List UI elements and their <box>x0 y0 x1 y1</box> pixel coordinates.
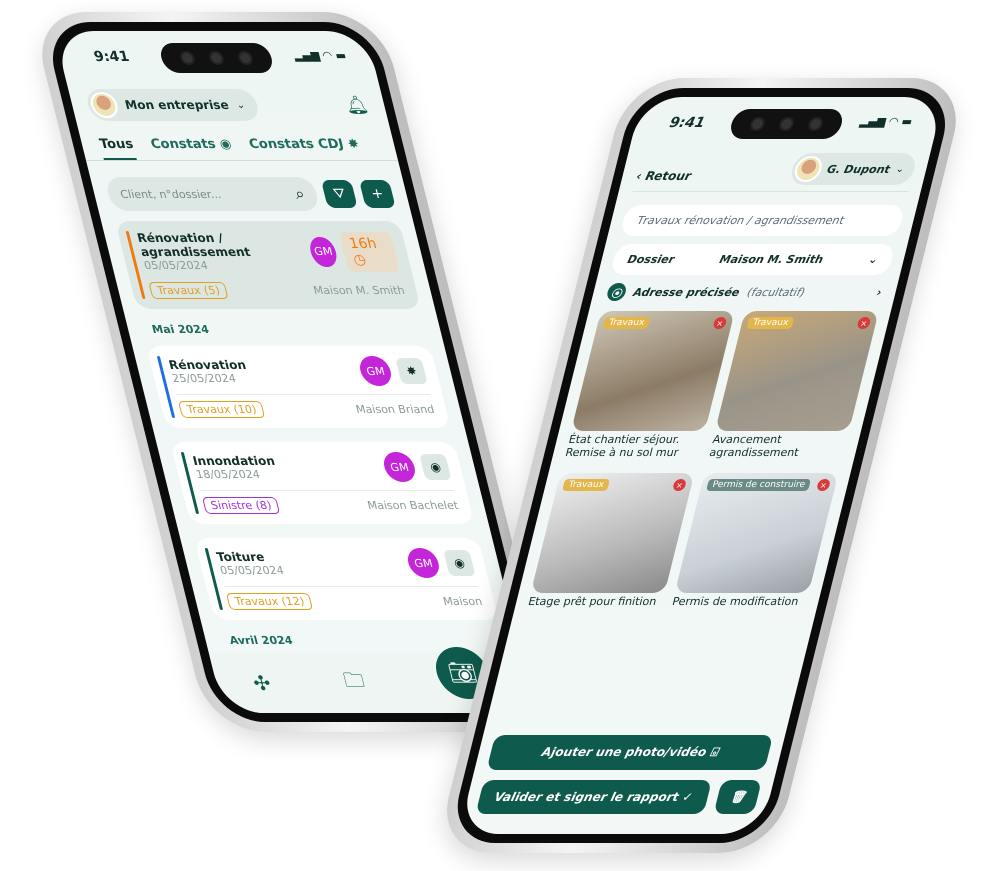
phone-left: 9:41 ▂▄▆ ◠ ▬ Mon entreprise ⌄ 🔔︎ Tous Con… <box>30 12 560 732</box>
location-pin-icon: ⦿ <box>605 283 628 301</box>
photo-thumbnail: Travaux × <box>530 473 695 594</box>
address-row[interactable]: ⦿ Adresse précisée (facultatif) › <box>605 283 883 301</box>
back-button[interactable]: ‹ Retour <box>635 169 693 183</box>
user-selector[interactable]: G. Dupont ⌄ <box>788 153 919 185</box>
chevron-down-icon: ⌄ <box>235 99 247 111</box>
title-input[interactable]: Travaux rénovation / agrandissement <box>619 205 906 236</box>
list-item[interactable]: Toiture 05/05/2024 GM ◉ Travaux (12) Maison <box>194 538 499 620</box>
filter-button[interactable]: ⛛ <box>320 180 358 208</box>
chevron-down-icon: ⌄ <box>894 163 906 175</box>
chevron-right-icon: › <box>875 285 884 299</box>
photo-thumbnail: Travaux × <box>570 311 735 431</box>
bell-icon[interactable]: 🔔︎ <box>343 95 371 116</box>
dossier-select[interactable]: Dossier Maison M. Smith ⌄ <box>609 244 896 275</box>
list-item[interactable]: Rénovation 25/05/2024 GM ✸ Travaux (10) Mai… <box>146 346 451 428</box>
badge-icon: ◉ <box>218 137 234 152</box>
chevron-down-icon: ⌄ <box>866 253 880 266</box>
search-icon: ⌕ <box>292 184 307 203</box>
validate-button[interactable]: Valider et signer le rapport ✓ <box>475 780 712 814</box>
remove-icon[interactable]: × <box>671 479 687 492</box>
avatar <box>87 92 121 118</box>
sun-icon: ✸ <box>346 137 361 152</box>
dashboard-icon[interactable]: ✣ <box>251 671 274 695</box>
phone-right: 9:41 ▂▄▆ ◠ ▬ ‹ Retour G. Dupont ⌄ Travaux … <box>434 78 968 853</box>
photo-item[interactable]: Permis de construire × Permis de modificat… <box>669 473 839 614</box>
remove-icon[interactable]: × <box>712 317 728 329</box>
folder-icon[interactable]: 🗀 <box>340 666 368 700</box>
delete-button[interactable]: 🗑︎ <box>713 780 762 814</box>
remove-icon[interactable]: × <box>815 479 831 492</box>
time-badge: 16h ◷ <box>338 231 400 272</box>
photo-thumbnail: Travaux × <box>714 311 879 431</box>
status-icon: ✸ <box>395 358 428 384</box>
avatar: GM <box>404 548 443 578</box>
status-icon: ◉ <box>443 550 476 576</box>
status-icon: ◉ <box>419 454 452 480</box>
add-button[interactable]: + <box>358 180 396 208</box>
remove-icon[interactable]: × <box>856 317 872 329</box>
photo-item[interactable]: Travaux × État chantier séjour. Remise à n… <box>562 311 735 465</box>
trash-icon: 🗑︎ <box>728 790 748 804</box>
status-time: 9:41 <box>92 49 132 65</box>
tab-constats-cdj[interactable]: Constats CDJ ✸ <box>246 131 363 160</box>
company-name: Mon entreprise <box>123 98 231 112</box>
search-input[interactable]: Client, n°dossier... ⌕ <box>104 177 321 211</box>
avatar: GM <box>356 356 395 386</box>
featured-card[interactable]: Rénovation / agrandissement 05/05/2024 GM… <box>115 221 422 309</box>
tab-tous[interactable]: Tous <box>96 131 137 160</box>
status-time: 9:41 <box>667 115 707 131</box>
status-icons: ▂▄▆ ◠ ▬ <box>858 115 914 128</box>
company-selector[interactable]: Mon entreprise ⌄ <box>84 89 261 121</box>
avatar: GM <box>380 452 419 482</box>
section-header: Mai 2024 <box>150 323 211 336</box>
photo-item[interactable]: Travaux × Avancement agrandissement <box>706 311 879 465</box>
add-photo-button[interactable]: Ajouter une photo/vidéo ⌻ <box>486 735 774 770</box>
photo-item[interactable]: Travaux × Etage prêt pour finition <box>525 473 695 614</box>
section-header: Avril 2024 <box>228 634 295 647</box>
status-icons: ▂▄▆ ◠ ▬ <box>292 49 348 62</box>
photo-thumbnail: Permis de construire × <box>674 473 839 594</box>
list-item[interactable]: Innondation 18/05/2024 GM ◉ Sinistre (8) Ma… <box>170 442 475 524</box>
tab-constats[interactable]: Constats ◉ <box>148 131 236 160</box>
